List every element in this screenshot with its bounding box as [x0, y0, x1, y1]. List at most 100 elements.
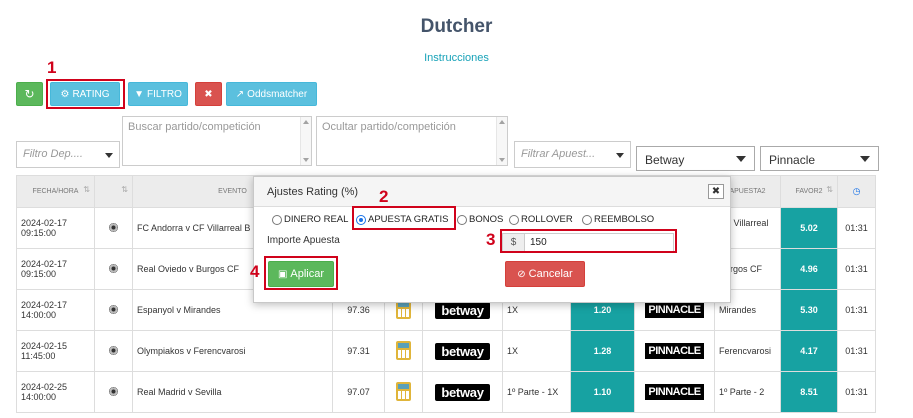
radio-icon [509, 214, 519, 225]
instructions-link[interactable]: Instrucciones [0, 52, 913, 64]
bookie2-cell: PINNACLE [634, 330, 715, 372]
table-row[interactable]: 2024-02-25 14:00:00 Real Madrid v Sevilla… [16, 371, 876, 413]
modal-header: Ajustes Rating (%) ✖ [254, 177, 730, 207]
chevron-down-icon [616, 153, 624, 158]
deporte-filter[interactable]: Filtro Dep.... [16, 141, 120, 168]
deporte-filter-placeholder: Filtro Dep.... [23, 148, 83, 160]
clock-cell: 01:31 [837, 248, 876, 290]
clock-cell: 01:31 [837, 330, 876, 372]
oddsmatcher-button[interactable]: ↗ Oddsmatcher [226, 82, 317, 106]
date-cell: 2024-02-17 14:00:00 [16, 289, 95, 331]
time: 14:00:00 [21, 392, 57, 402]
date-cell: 2024-02-17 09:15:00 [16, 248, 95, 290]
col-apuesta2-label: APUESTA2 [729, 188, 766, 195]
clock-cell: 01:31 [837, 289, 876, 331]
refresh-button[interactable]: ↻ [16, 82, 43, 106]
filtro-button-label: FILTRO [147, 88, 182, 100]
sort-icon: ⇅ [826, 185, 833, 194]
soccer-ball-icon [109, 304, 118, 314]
time: 09:15:00 [21, 269, 57, 279]
bet1-cell: 1X [502, 330, 571, 372]
pinnacle-logo: PINNACLE [645, 302, 704, 318]
bookie2-cell: PINNACLE [634, 371, 715, 413]
event-cell: Real Madrid v Sevilla [132, 371, 333, 413]
clock-cell: 01:31 [837, 207, 876, 249]
scrollbar[interactable] [300, 117, 311, 165]
calculator-icon[interactable] [396, 340, 411, 360]
col-clock[interactable]: ◷ [837, 175, 876, 208]
odds2-cell: 4.17 [780, 330, 838, 372]
col-favor2[interactable]: FAVOR2 ⇅ [780, 175, 838, 208]
apuesta-filter-placeholder: Filtrar Apuest... [521, 148, 596, 160]
modal-close-button[interactable]: ✖ [708, 184, 724, 199]
sport-cell [94, 330, 133, 372]
date-cell: 2024-02-25 14:00:00 [16, 371, 95, 413]
odds2-cell: 4.96 [780, 248, 838, 290]
betway-logo: betway [435, 342, 490, 360]
clear-button[interactable]: ✖ [195, 82, 222, 106]
refresh-icon: ↻ [24, 87, 35, 101]
buscar-textarea[interactable]: Buscar partido/competición [122, 116, 312, 166]
rating-cell: 97.07 [332, 371, 385, 413]
table-row[interactable]: 2024-02-15 11:45:00 Olympiakos v Ferencva… [16, 330, 876, 372]
importe-label: Importe Apuesta [267, 235, 340, 246]
scrollbar[interactable] [496, 117, 507, 165]
pinnacle-logo: PINNACLE [645, 384, 704, 400]
bookie1-select[interactable]: Betway [636, 146, 755, 171]
oddsmatcher-button-label: Oddsmatcher [247, 88, 308, 100]
rating-cell: 97.31 [332, 330, 385, 372]
filtro-button[interactable]: ▼ FILTRO [128, 82, 188, 106]
date-cell: 2024-02-15 11:45:00 [16, 330, 95, 372]
date: 2024-02-17 [21, 259, 68, 269]
cancel-button-label: Cancelar [528, 268, 573, 280]
sport-cell [94, 371, 133, 413]
time: 09:15:00 [21, 228, 57, 238]
option-label: DINERO REAL [284, 214, 349, 225]
annotation-number-4: 4 [250, 262, 260, 281]
calculator-icon[interactable] [396, 381, 411, 401]
time: 14:00:00 [21, 310, 57, 320]
radio-icon [457, 214, 467, 225]
col-sport[interactable]: ⇅ [94, 175, 133, 208]
sort-icon: ⇅ [83, 185, 90, 194]
date: 2024-02-17 [21, 300, 68, 310]
chevron-down-icon [105, 153, 113, 158]
option-dinero-real[interactable]: DINERO REAL [272, 214, 348, 225]
event-cell: Olympiakos v Ferencvarosi [132, 330, 333, 372]
option-label: ROLLOVER [521, 214, 573, 225]
odds2-cell: 5.30 [780, 289, 838, 331]
bookie1-cell: betway [422, 330, 503, 372]
apuesta-filter[interactable]: Filtrar Apuest... [514, 141, 631, 168]
clock-cell: 01:31 [837, 371, 876, 413]
betway-logo: betway [435, 383, 490, 401]
option-bonos[interactable]: BONOS [457, 214, 503, 225]
option-rollover[interactable]: ROLLOVER [509, 214, 573, 225]
bet2-cell: Ferencvarosi [714, 330, 781, 372]
odds1-cell: 1.10 [570, 371, 635, 413]
odds1-cell: 1.28 [570, 330, 635, 372]
radio-icon [582, 214, 592, 225]
buscar-placeholder: Buscar partido/competición [128, 121, 261, 133]
annotation-number-1: 1 [47, 58, 57, 77]
filter-icon: ▼ [134, 88, 145, 100]
soccer-ball-icon [109, 345, 118, 355]
bet2-cell: 1º Parte - 2 [714, 371, 781, 413]
sport-cell [94, 248, 133, 290]
bookie2-select[interactable]: Pinnacle [760, 146, 879, 171]
date: 2024-02-15 [21, 341, 68, 351]
time: 11:45:00 [21, 351, 56, 361]
modal-title: Ajustes Rating (%) [267, 186, 359, 198]
bookie1-value: Betway [645, 153, 685, 167]
bet1-cell: 1º Parte - 1X [502, 371, 571, 413]
col-fecha[interactable]: FECHA/HORA ⇅ [16, 175, 95, 208]
sport-cell [94, 289, 133, 331]
option-reembolso[interactable]: REEMBOLSO [582, 214, 654, 225]
col-fecha-label: FECHA/HORA [32, 188, 79, 195]
soccer-ball-icon [109, 222, 118, 232]
radio-icon [272, 214, 282, 225]
clock-icon: ◷ [852, 186, 861, 196]
ocultar-textarea[interactable]: Ocultar partido/competición [316, 116, 508, 166]
ban-icon: ⊘ [517, 268, 526, 280]
cancel-button[interactable]: ⊘ Cancelar [505, 261, 585, 287]
date: 2024-02-25 [21, 382, 68, 392]
